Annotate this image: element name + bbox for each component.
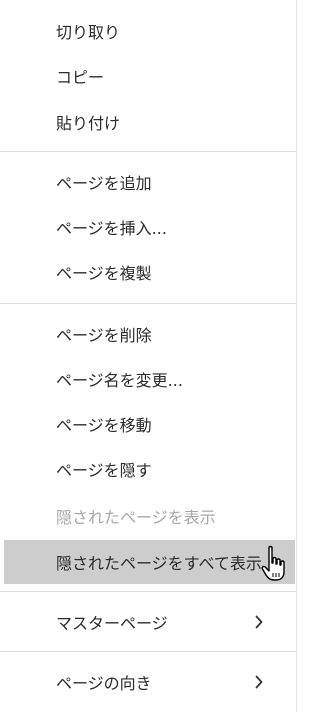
menu-item-label: 貼り付け bbox=[56, 114, 121, 133]
menu-item-show-all-hidden-pages[interactable]: 隠されたページをすべて表示 bbox=[4, 540, 295, 584]
menu-item-label: ページを追加 bbox=[56, 174, 152, 193]
menu-item-label: ページを削除 bbox=[56, 326, 152, 345]
menu-item-paste[interactable]: 貼り付け bbox=[0, 100, 297, 144]
menu-item-label: ページを隠す bbox=[56, 461, 152, 480]
chevron-right-icon bbox=[255, 615, 263, 629]
menu-item-label: ページを挿入... bbox=[56, 219, 167, 238]
menu-item-add-page[interactable]: ページを追加 bbox=[0, 160, 297, 204]
menu-item-label: 切り取り bbox=[56, 23, 121, 42]
menu-item-label: コピー bbox=[56, 68, 105, 87]
menu-item-delete-page[interactable]: ページを削除 bbox=[0, 312, 297, 356]
context-menu: 切り取り コピー 貼り付け ページを追加 ページを挿入... ページを複製 ペー… bbox=[0, 0, 297, 712]
chevron-right-icon bbox=[255, 675, 263, 689]
menu-item-label: ページを移動 bbox=[56, 416, 152, 435]
menu-item-hide-page[interactable]: ページを隠す bbox=[0, 447, 297, 491]
menu-item-cut[interactable]: 切り取り bbox=[0, 9, 297, 53]
hand-pointer-icon bbox=[261, 545, 285, 581]
menu-item-copy[interactable]: コピー bbox=[0, 54, 297, 98]
menu-item-duplicate-page[interactable]: ページを複製 bbox=[0, 250, 297, 294]
menu-item-label: 隠されたページを表示 bbox=[56, 508, 216, 527]
menu-separator bbox=[0, 591, 297, 592]
menu-separator bbox=[0, 303, 297, 304]
menu-item-page-orientation[interactable]: ページの向き bbox=[0, 660, 297, 704]
menu-item-label: 隠されたページをすべて表示 bbox=[56, 554, 262, 573]
menu-item-label: ページ名を変更... bbox=[56, 371, 183, 390]
menu-item-label: ページを複製 bbox=[56, 264, 152, 283]
menu-separator bbox=[0, 151, 297, 152]
menu-item-rename-page[interactable]: ページ名を変更... bbox=[0, 357, 297, 401]
menu-separator bbox=[0, 651, 297, 652]
menu-item-label: ページの向き bbox=[56, 674, 152, 693]
menu-item-master-page[interactable]: マスターページ bbox=[0, 600, 297, 644]
menu-item-insert-page[interactable]: ページを挿入... bbox=[0, 205, 297, 249]
menu-item-label: マスターページ bbox=[56, 614, 168, 633]
menu-item-move-page[interactable]: ページを移動 bbox=[0, 402, 297, 446]
menu-item-show-hidden-page: 隠されたページを表示 bbox=[0, 494, 297, 538]
